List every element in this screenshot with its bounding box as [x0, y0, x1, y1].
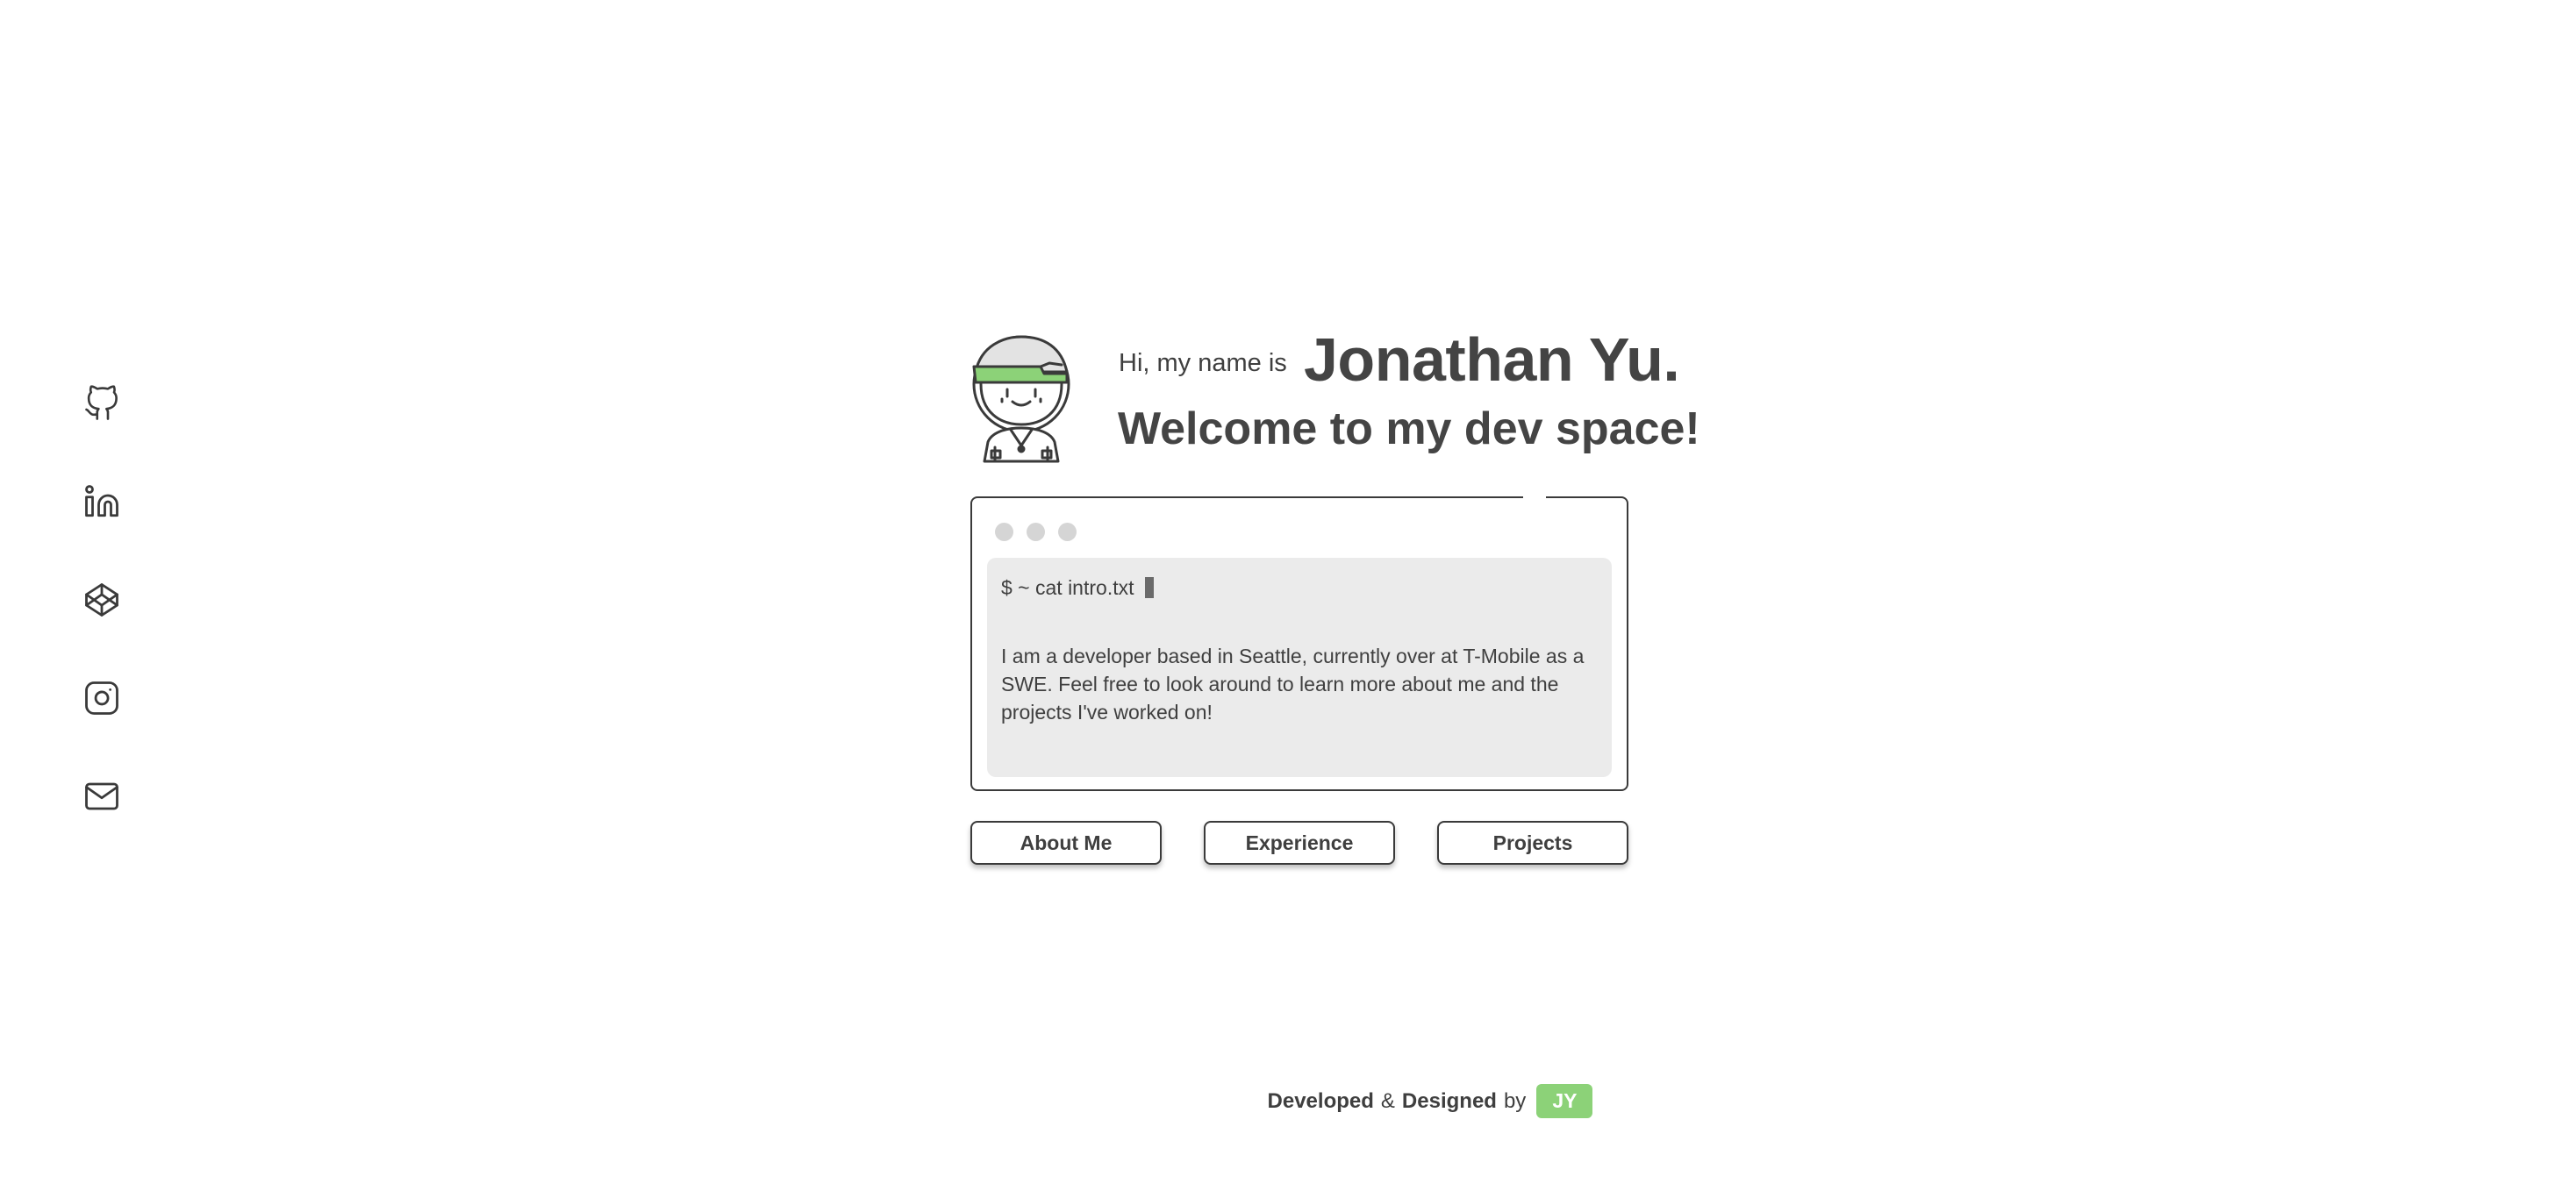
instagram-link[interactable]: [81, 677, 123, 719]
about-me-button[interactable]: About Me: [970, 821, 1162, 865]
instagram-icon: [85, 681, 118, 715]
codepen-icon: [85, 583, 118, 617]
page: Hi, my name is Jonathan Yu. Welcome to m…: [0, 0, 2576, 1191]
github-icon: [85, 385, 118, 420]
section-nav: About Me Experience Projects: [970, 821, 1628, 865]
window-dot: [995, 523, 1013, 541]
footer-designed: Designed: [1401, 1088, 1497, 1113]
terminal-command: $ ~ cat intro.txt: [1001, 576, 1134, 599]
footer-ampersand: &: [1380, 1088, 1395, 1113]
terminal-border-gap: [1523, 495, 1546, 502]
mail-icon: [85, 782, 118, 810]
author-badge[interactable]: JY: [1536, 1084, 1593, 1118]
github-link[interactable]: [81, 382, 123, 424]
terminal-cursor: [1144, 577, 1154, 598]
window-controls: [995, 523, 1077, 541]
greeting-text: Hi, my name is: [1119, 349, 1287, 377]
intro-text: I am a developer based in Seattle, curre…: [1001, 645, 1585, 724]
terminal-body: $ ~ cat intro.txt I am a developer based…: [987, 558, 1612, 777]
footer: Developed & Designed by JY: [0, 1084, 2576, 1118]
mail-link[interactable]: [81, 775, 123, 817]
projects-button[interactable]: Projects: [1437, 821, 1628, 865]
linkedin-icon: [85, 485, 118, 517]
terminal-window: $ ~ cat intro.txt I am a developer based…: [970, 495, 1628, 791]
name-heading: Jonathan Yu.: [1304, 325, 1680, 394]
footer-by: by: [1503, 1088, 1527, 1113]
experience-button[interactable]: Experience: [1204, 821, 1395, 865]
avatar-illustration: [972, 335, 1070, 463]
welcome-heading: Welcome to my dev space!: [1118, 403, 1700, 454]
linkedin-link[interactable]: [81, 481, 123, 523]
window-dot: [1058, 523, 1077, 541]
window-dot: [1027, 523, 1045, 541]
terminal-prompt: $ ~ cat intro.txt: [1001, 574, 1598, 602]
footer-developed: Developed: [1267, 1088, 1374, 1113]
codepen-link[interactable]: [81, 579, 123, 621]
